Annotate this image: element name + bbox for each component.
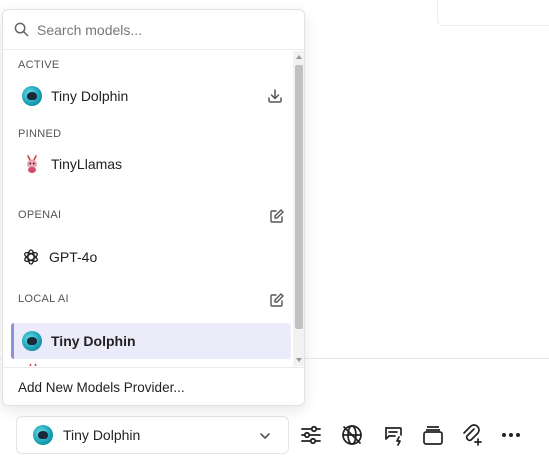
model-item-openai-gpt-4o[interactable]: GPT-4o xyxy=(11,239,291,275)
tiny-dolphin-avatar-icon xyxy=(33,425,53,445)
edit-icon[interactable] xyxy=(269,208,285,224)
paperclip-plus-icon[interactable] xyxy=(460,423,484,447)
download-icon[interactable] xyxy=(267,88,283,104)
model-item-label: Tiny Dolphin xyxy=(51,88,129,104)
sliders-icon[interactable] xyxy=(299,423,323,447)
model-dropdown: ACTIVE Tiny Dolphin PINNED TinyLlamas OP… xyxy=(2,9,305,406)
globe-off-icon[interactable] xyxy=(340,423,364,447)
folder-icon[interactable] xyxy=(421,423,445,447)
section-label-openai: OPENAI xyxy=(18,209,62,221)
add-models-provider-button[interactable]: Add New Models Provider... xyxy=(3,367,304,405)
model-item-active-tiny-dolphin[interactable]: Tiny Dolphin xyxy=(11,78,291,114)
model-selector[interactable]: Tiny Dolphin xyxy=(16,416,289,454)
model-item-local-ai-tiny-dolphin[interactable]: Tiny Dolphin xyxy=(11,323,291,359)
tiny-dolphin-avatar-icon xyxy=(22,331,42,351)
section-label-local-ai: LOCAL AI xyxy=(18,293,69,305)
model-item-label: GPT-4o xyxy=(49,249,98,265)
openai-logo-icon xyxy=(24,249,38,265)
section-label-active: ACTIVE xyxy=(18,59,60,71)
model-item-label: Tiny Dolphin xyxy=(51,333,136,349)
search-icon xyxy=(14,22,29,37)
background-card xyxy=(437,0,549,26)
scrollbar-thumb[interactable] xyxy=(295,65,303,329)
model-search-input[interactable] xyxy=(37,21,277,38)
model-list-scrollbar[interactable] xyxy=(293,51,304,366)
model-list[interactable]: ACTIVE Tiny Dolphin PINNED TinyLlamas OP… xyxy=(3,51,293,366)
message-bolt-icon[interactable] xyxy=(382,423,406,447)
tinyllamas-avatar-icon xyxy=(27,155,37,173)
chevron-down-icon xyxy=(260,433,270,439)
section-label-pinned: PINNED xyxy=(18,128,62,140)
edit-icon[interactable] xyxy=(269,292,285,308)
more-icon[interactable] xyxy=(499,423,523,447)
model-item-label: TinyLlamas xyxy=(51,156,123,172)
model-search-bar xyxy=(3,10,304,50)
model-item-pinned-tinyllamas[interactable]: TinyLlamas xyxy=(11,146,291,182)
model-selector-label: Tiny Dolphin xyxy=(63,427,141,443)
partial-model-avatar-icon xyxy=(29,363,37,366)
scroll-down-arrow-icon[interactable] xyxy=(296,358,302,362)
tiny-dolphin-avatar-icon xyxy=(22,86,42,106)
scroll-up-arrow-icon[interactable] xyxy=(296,55,302,59)
